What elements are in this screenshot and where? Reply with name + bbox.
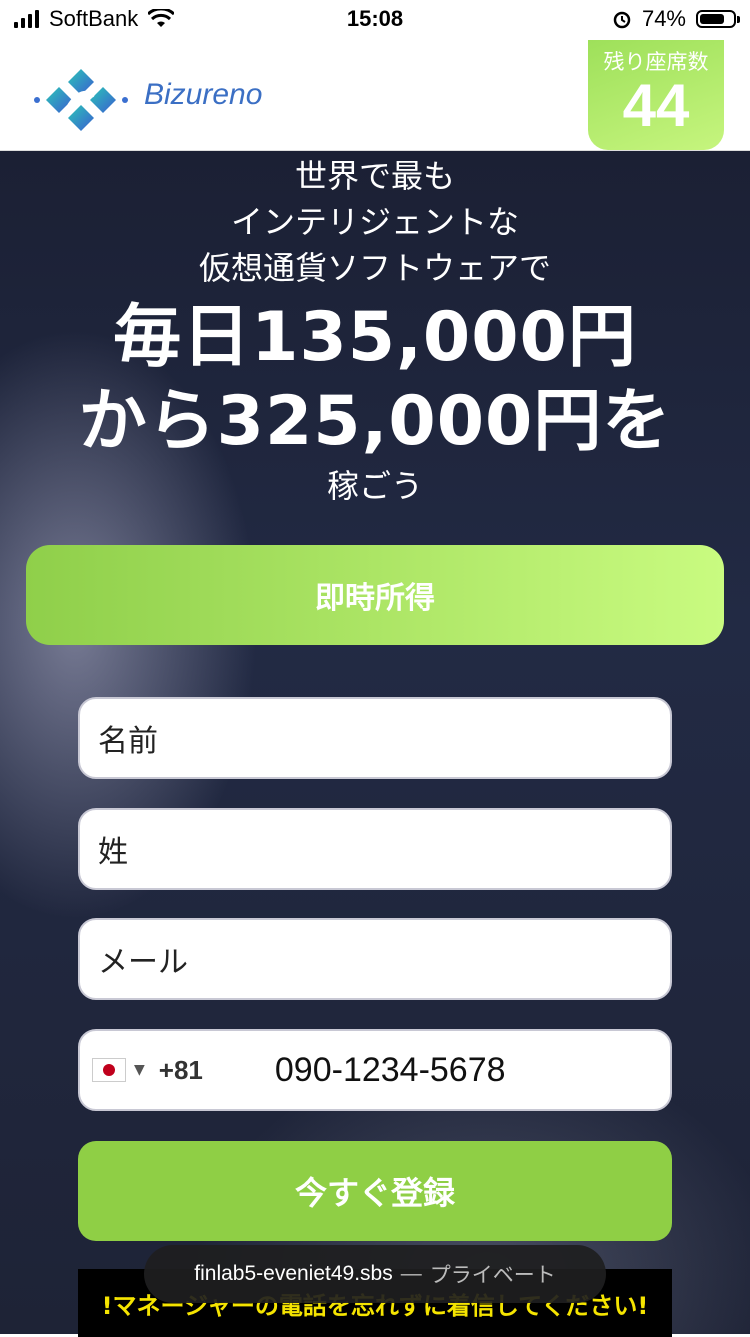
headline-line-4: 稼ごう (326, 467, 423, 505)
brand-logo-icon (34, 69, 128, 131)
headline-amount-2: から325,000円を (78, 382, 672, 461)
battery-icon (696, 10, 740, 28)
phone-number-value[interactable]: 090-1234-5678 (275, 1051, 506, 1090)
site-header: Bizureno 残り座席数 44 (0, 40, 750, 151)
last-name-field[interactable]: 姓 (78, 808, 672, 890)
status-bar: SoftBank 15:08 74% (0, 0, 750, 40)
register-now-button[interactable]: 今すぐ登録 (78, 1141, 672, 1241)
seats-remaining-badge: 残り座席数 44 (588, 40, 724, 150)
country-code: +81 (158, 1054, 203, 1085)
private-mode-label: プライベート (429, 1264, 556, 1287)
japan-flag-icon[interactable] (92, 1058, 126, 1082)
phone-field[interactable]: ▼ +81 090-1234-5678 (78, 1029, 672, 1111)
brand-name[interactable]: Bizureno (144, 78, 262, 112)
seats-count: 44 (622, 72, 690, 139)
first-name-field[interactable]: 名前 (78, 697, 672, 779)
alarm-icon (613, 11, 631, 29)
browser-url-pill[interactable]: finlab5-eveniet49.sbs — プライベート (144, 1245, 606, 1303)
instant-income-button[interactable]: 即時所得 (26, 545, 724, 645)
battery-percent: 74% (641, 6, 686, 31)
seats-label: 残り座席数 (603, 50, 709, 74)
email-field[interactable]: メール (78, 918, 672, 1000)
status-right: 74% (612, 6, 740, 32)
headline-line-3: 仮想通貨ソフトウェアで (198, 249, 551, 287)
headline-line-1: 世界で最も (294, 157, 455, 195)
caret-down-icon[interactable]: ▼ (134, 1062, 145, 1078)
url-separator: — (400, 1262, 422, 1285)
headline-amount-1: 毎日135,000円 (113, 298, 637, 377)
url-text: finlab5-eveniet49.sbs (194, 1262, 393, 1285)
hero-section: 世界で最も インテリジェントな 仮想通貨ソフトウェアで 毎日135,000円 か… (0, 151, 750, 1337)
headline-line-2: インテリジェントな (230, 203, 519, 241)
